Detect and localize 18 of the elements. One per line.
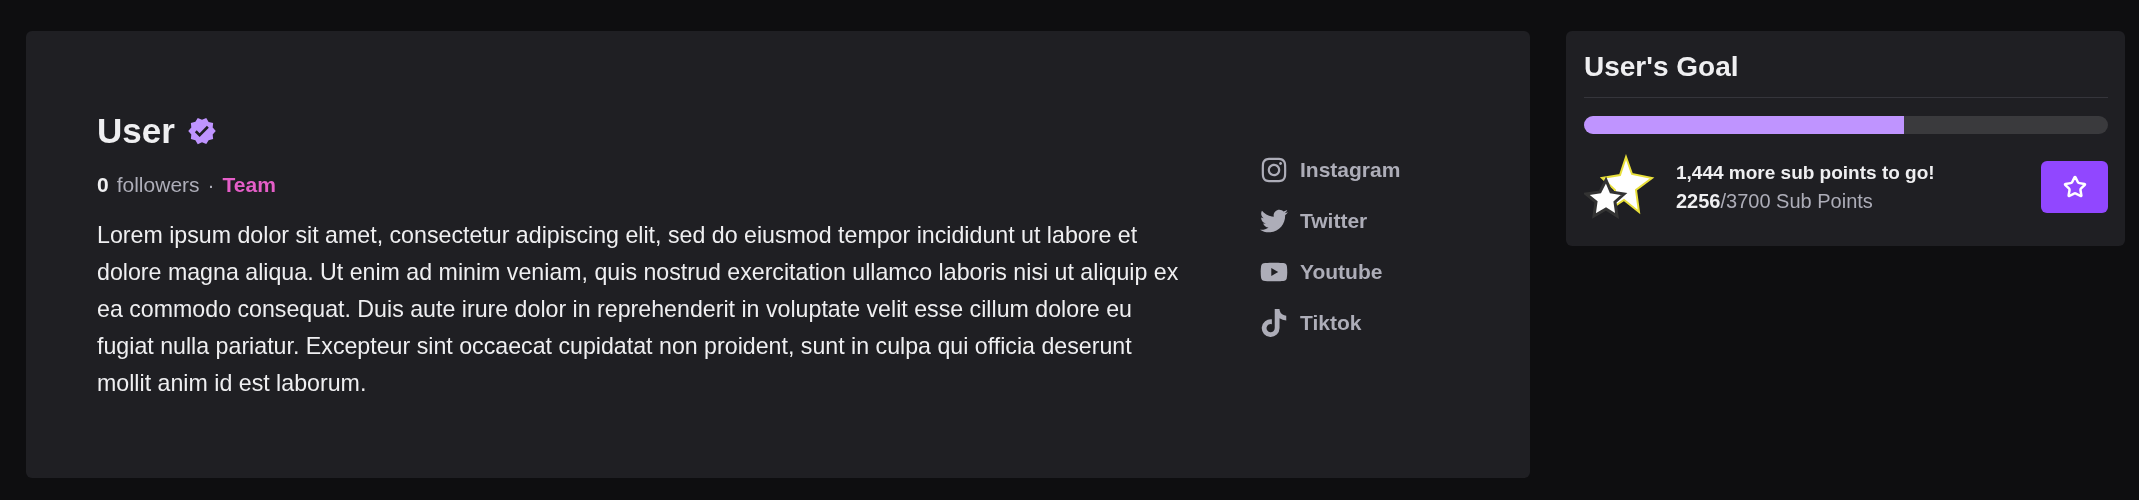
followers-label: followers xyxy=(116,173,200,197)
star-icon xyxy=(2062,175,2087,199)
user-name: User xyxy=(97,111,175,151)
social-link[interactable]: Twitter xyxy=(1260,207,1368,235)
social-link[interactable]: Instagram xyxy=(1260,156,1401,184)
goal-title: User's Goal xyxy=(1584,51,2108,98)
follower-count: 0 xyxy=(97,173,109,197)
twitter-icon xyxy=(1260,207,1288,235)
instagram-icon xyxy=(1260,156,1288,184)
separator: · xyxy=(207,173,215,197)
remaining-points: 1,444 more sub points to go! xyxy=(1676,161,1936,184)
social-link[interactable]: Tiktok xyxy=(1260,309,1362,337)
team-link[interactable]: Team xyxy=(222,173,276,197)
social-link[interactable]: Youtube xyxy=(1260,258,1383,286)
bio-text: Lorem ipsum dolor sit amet, consectetur adipiscing elit, sed do eiusmod tempor incididunt ut labore et dolore magna aliqua. Ut enim ad minim veniam, quis nostrud exercitation ullamco laboris nisi ut aliquip ex ea commodo consequat. Duis aute irure dolor in reprehenderit in voluptate velit esse cillum dolore eu fugiat nulla pariatur. Excepteur sint occaecat cupidatat non proident, sunt in culpa qui officia deserunt mollit anim id est laborum. xyxy=(97,221,1180,398)
star-button[interactable] xyxy=(2041,161,2108,213)
stars-icon xyxy=(1584,154,1656,220)
tiktok-icon xyxy=(1260,309,1288,337)
